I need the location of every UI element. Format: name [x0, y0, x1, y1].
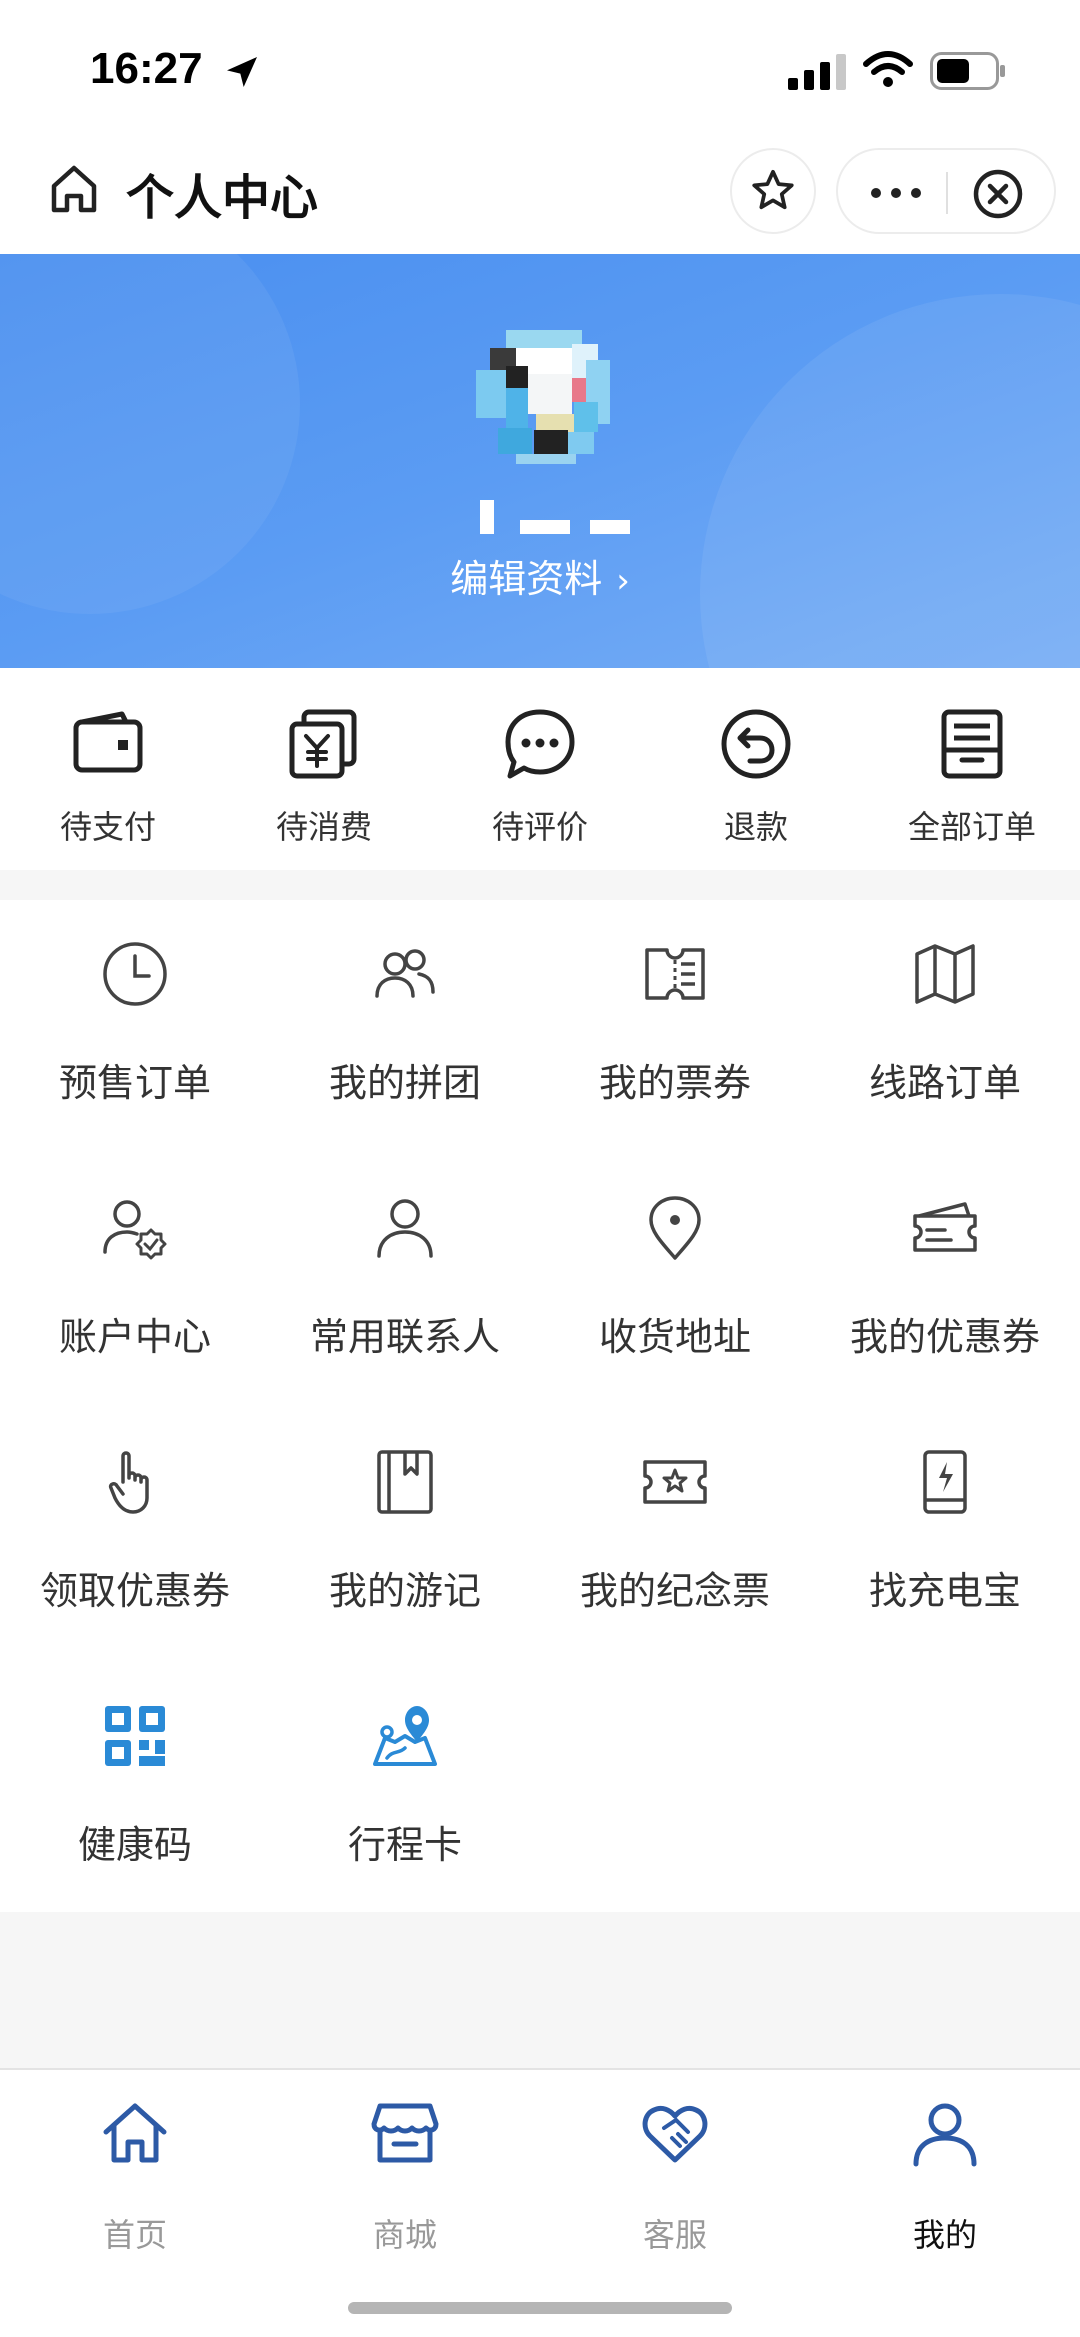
- group-icon: [375, 949, 435, 998]
- more-dots-icon[interactable]: [868, 180, 924, 206]
- home-indicator[interactable]: [348, 2302, 732, 2314]
- grid-item-account-center[interactable]: 账户中心: [0, 1154, 270, 1408]
- wifi-icon: [863, 51, 913, 87]
- grid-item-label: 我的游记: [328, 1569, 481, 1613]
- grid-item-route-orders[interactable]: 线路订单: [810, 900, 1080, 1154]
- order-label: 待支付: [59, 808, 156, 846]
- order-pending-payment[interactable]: 待支付: [0, 668, 216, 870]
- grid-item-label: 账户中心: [58, 1315, 211, 1359]
- account-verified-icon: [103, 1200, 167, 1260]
- notebook-icon: [377, 1450, 433, 1514]
- home-outline-icon[interactable]: [46, 160, 102, 216]
- grid-item-label: 健康码: [77, 1823, 192, 1867]
- favorite-button[interactable]: [730, 148, 816, 234]
- grid-item-power-bank[interactable]: 找充电宝: [810, 1408, 1080, 1662]
- grid-item-label: 线路订单: [868, 1061, 1021, 1105]
- page-title: 个人中心: [126, 170, 319, 226]
- grid-item-label: 收货地址: [598, 1315, 751, 1359]
- store-icon: [371, 2103, 439, 2163]
- map-route-icon: [373, 1706, 437, 1766]
- ticket-icon: [645, 948, 705, 1000]
- grid-item-claim-coupons[interactable]: 领取优惠券: [0, 1408, 270, 1662]
- star-icon: [752, 169, 794, 210]
- grid-item-tickets[interactable]: 我的票券: [540, 900, 810, 1154]
- grid-item-shipping-address[interactable]: 收货地址: [540, 1154, 810, 1408]
- grid-item-travel-notes[interactable]: 我的游记: [270, 1408, 540, 1662]
- refund-icon: [721, 709, 791, 779]
- service-grid: 预售订单 我的拼团 我的票券 线路订单 账户中心 常用联系人 收货地址 我的优惠…: [0, 900, 1080, 1912]
- qr-code-icon: [105, 1706, 165, 1766]
- yen-receipt-icon: [289, 709, 357, 779]
- order-all[interactable]: 全部订单: [864, 668, 1080, 870]
- grid-item-itinerary-card[interactable]: 行程卡: [270, 1662, 540, 1916]
- order-refund[interactable]: 退款: [648, 668, 864, 870]
- chevron-right-icon: ›: [616, 561, 630, 601]
- order-shortcuts: 待支付 待消费 待评价 退款 全部订单: [0, 668, 1080, 870]
- grid-item-presale-orders[interactable]: 预售订单: [0, 900, 270, 1154]
- cellular-signal-icon: [788, 54, 846, 90]
- grid-item-label: 我的纪念票: [579, 1569, 770, 1613]
- grid-item-label: 行程卡: [347, 1823, 462, 1867]
- chat-bubble-icon: [505, 709, 575, 779]
- tab-label: 首页: [102, 2216, 167, 2254]
- map-icon: [915, 944, 975, 1004]
- grid-item-contacts[interactable]: 常用联系人: [270, 1154, 540, 1408]
- coupon-icon: [913, 1202, 977, 1252]
- handshake-heart-icon: [642, 2105, 708, 2163]
- order-label: 全部订单: [907, 808, 1036, 846]
- grid-item-label: 我的拼团: [328, 1061, 481, 1105]
- location-pin-icon: [649, 1196, 701, 1260]
- hand-pointer-icon: [108, 1451, 149, 1514]
- tab-label: 我的: [912, 2216, 977, 2254]
- bottom-tab-bar: 首页 商城 客服 我的: [0, 2068, 1080, 2337]
- grid-item-label: 我的优惠券: [849, 1315, 1040, 1359]
- battery-icon: [930, 52, 1005, 90]
- user-icon: [913, 2103, 977, 2167]
- grid-item-label: 预售订单: [58, 1061, 211, 1105]
- grid-item-my-coupons[interactable]: 我的优惠券: [810, 1154, 1080, 1408]
- miniprogram-capsule: [836, 148, 1056, 234]
- status-bar: 16:27: [0, 0, 1080, 130]
- tab-mall[interactable]: 商城: [270, 2070, 540, 2270]
- order-label: 退款: [723, 808, 788, 846]
- grid-item-label: 找充电宝: [868, 1569, 1021, 1613]
- grid-item-label: 我的票券: [598, 1061, 751, 1105]
- wallet-icon: [73, 711, 143, 773]
- tab-customer-service[interactable]: 客服: [540, 2070, 810, 2270]
- tab-label: 客服: [642, 2216, 707, 2254]
- clock-icon: [103, 942, 167, 1006]
- capsule-divider: [946, 172, 948, 214]
- tab-home[interactable]: 首页: [0, 2070, 270, 2270]
- order-pending-review[interactable]: 待评价: [432, 668, 648, 870]
- grid-item-health-code[interactable]: 健康码: [0, 1662, 270, 1916]
- home-icon: [103, 2103, 167, 2163]
- close-circle-icon[interactable]: [970, 166, 1026, 222]
- power-bank-icon: [923, 1450, 967, 1514]
- grid-item-label: 常用联系人: [309, 1315, 500, 1359]
- banner-decoration: [700, 294, 1080, 668]
- grid-item-souvenir-tickets[interactable]: 我的纪念票: [540, 1408, 810, 1662]
- grid-item-label: 领取优惠券: [39, 1569, 230, 1613]
- avatar[interactable]: [476, 330, 610, 464]
- grid-item-group-buy[interactable]: 我的拼团: [270, 900, 540, 1154]
- status-time: 16:27: [90, 44, 203, 93]
- username-redacted: [480, 500, 630, 534]
- archive-icon: [941, 709, 1003, 779]
- order-label: 待消费: [275, 808, 372, 846]
- edit-profile-link[interactable]: 编辑资料 ›: [0, 548, 1080, 603]
- person-icon: [377, 1199, 433, 1258]
- order-pending-use[interactable]: 待消费: [216, 668, 432, 870]
- order-label: 待评价: [491, 808, 588, 846]
- edit-profile-label: 编辑资料: [450, 557, 603, 601]
- star-ticket-icon: [643, 1460, 707, 1504]
- location-arrow-icon: [227, 57, 257, 87]
- tab-mine[interactable]: 我的: [810, 2070, 1080, 2270]
- tab-label: 商城: [372, 2216, 437, 2254]
